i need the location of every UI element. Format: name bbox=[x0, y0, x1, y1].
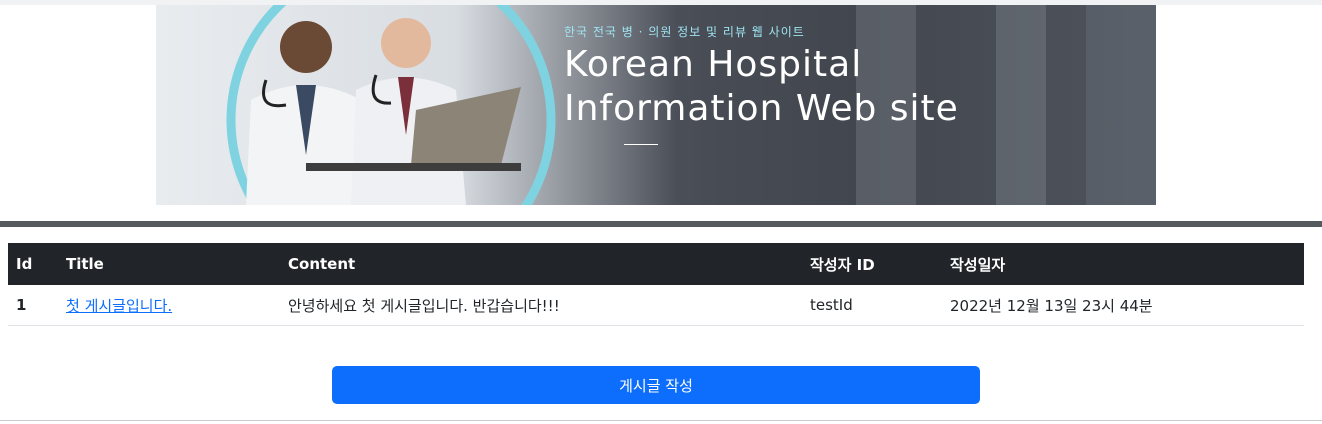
header-date: 작성일자 bbox=[942, 243, 1304, 285]
post-author: testId bbox=[802, 285, 942, 326]
header-content: Content bbox=[280, 243, 802, 285]
header-title: Title bbox=[58, 243, 280, 285]
header-author-id: 작성자 ID bbox=[802, 243, 942, 285]
post-date: 2022년 12월 13일 23시 44분 bbox=[942, 285, 1304, 326]
site-banner: 한국 전국 병 · 의원 정보 및 리뷰 웹 사이트 Korean Hospit… bbox=[156, 5, 1156, 205]
post-id: 1 bbox=[8, 285, 58, 326]
post-title-link[interactable]: 첫 게시글입니다. bbox=[66, 297, 172, 315]
header-id: Id bbox=[8, 243, 58, 285]
banner-subtitle: 한국 전국 병 · 의원 정보 및 리뷰 웹 사이트 bbox=[564, 25, 805, 39]
section-divider bbox=[0, 221, 1322, 227]
posts-table: Id Title Content 작성자 ID 작성일자 1 첫 게시글입니다.… bbox=[8, 243, 1304, 326]
banner-dash bbox=[624, 144, 658, 145]
post-content: 안녕하세요 첫 게시글입니다. 반갑습니다!!! bbox=[280, 285, 802, 326]
banner-title-line2: Information Web site bbox=[564, 88, 959, 129]
table-header: Id Title Content 작성자 ID 작성일자 bbox=[8, 243, 1304, 285]
banner-title-line1: Korean Hospital bbox=[564, 44, 863, 85]
post-title-cell: 첫 게시글입니다. bbox=[58, 285, 280, 326]
table-row: 1 첫 게시글입니다. 안녕하세요 첫 게시글입니다. 반갑습니다!!! tes… bbox=[8, 285, 1304, 326]
banner-title: Korean Hospital Information Web site bbox=[564, 43, 959, 131]
bottom-divider bbox=[0, 420, 1322, 421]
write-post-button[interactable]: 게시글 작성 bbox=[332, 366, 980, 404]
